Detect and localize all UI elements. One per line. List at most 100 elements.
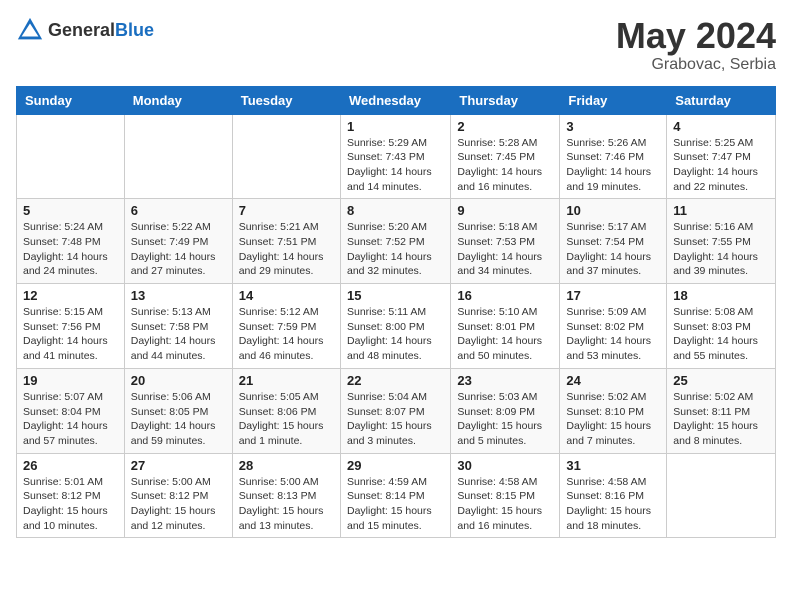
calendar-cell: 10Sunrise: 5:17 AMSunset: 7:54 PMDayligh… [560, 199, 667, 284]
day-number: 21 [239, 373, 334, 388]
day-info: Sunrise: 4:59 AMSunset: 8:14 PMDaylight:… [347, 475, 444, 534]
day-info: Sunrise: 5:26 AMSunset: 7:46 PMDaylight:… [566, 136, 660, 195]
day-info: Sunrise: 5:00 AMSunset: 8:12 PMDaylight:… [131, 475, 226, 534]
logo: GeneralBlue [16, 16, 154, 44]
calendar-cell: 29 Sunrise: 4:59 AMSunset: 8:14 PMDayligh… [340, 453, 450, 538]
calendar-day-header: Sunday [17, 86, 125, 114]
day-info: Sunrise: 5:12 AMSunset: 7:59 PMDaylight:… [239, 305, 334, 364]
calendar-cell [124, 114, 232, 199]
day-number: 27 [131, 458, 226, 473]
day-info: Sunrise: 5:06 AMSunset: 8:05 PMDaylight:… [131, 390, 226, 449]
day-number: 23 [457, 373, 553, 388]
day-number: 9 [457, 203, 553, 218]
day-number: 17 [566, 288, 660, 303]
day-info: Sunrise: 5:02 AMSunset: 8:11 PMDaylight:… [673, 390, 769, 449]
day-number: 16 [457, 288, 553, 303]
day-number: 1 [347, 119, 444, 134]
day-info: Sunrise: 5:11 AMSunset: 8:00 PMDaylight:… [347, 305, 444, 364]
day-info: Sunrise: 5:09 AMSunset: 8:02 PMDaylight:… [566, 305, 660, 364]
calendar-week-row: 12 Sunrise: 5:15 AMSunset: 7:56 PMDayligh… [17, 284, 776, 369]
day-info: Sunrise: 5:24 AMSunset: 7:48 PMDaylight:… [23, 220, 118, 279]
day-info: Sunrise: 5:03 AMSunset: 8:09 PMDaylight:… [457, 390, 553, 449]
day-info: Sunrise: 5:18 AMSunset: 7:53 PMDaylight:… [457, 220, 553, 279]
title-block: May 2024 Grabovac, Serbia [616, 16, 776, 74]
day-info: Sunrise: 5:25 AMSunset: 7:47 PMDaylight:… [673, 136, 769, 195]
day-info: Sunrise: 5:22 AMSunset: 7:49 PMDaylight:… [131, 220, 226, 279]
calendar-cell: 18Sunrise: 5:08 AMSunset: 8:03 PMDayligh… [667, 284, 776, 369]
day-number: 7 [239, 203, 334, 218]
day-number: 22 [347, 373, 444, 388]
calendar-cell: 15 Sunrise: 5:11 AMSunset: 8:00 PMDayligh… [340, 284, 450, 369]
calendar-cell: 16Sunrise: 5:10 AMSunset: 8:01 PMDayligh… [451, 284, 560, 369]
calendar-week-row: 1 Sunrise: 5:29 AMSunset: 7:43 PMDaylight… [17, 114, 776, 199]
calendar-cell: 8 Sunrise: 5:20 AMSunset: 7:52 PMDaylight… [340, 199, 450, 284]
calendar-cell: 31 Sunrise: 4:58 AMSunset: 8:16 PMDayligh… [560, 453, 667, 538]
day-info: Sunrise: 5:20 AMSunset: 7:52 PMDaylight:… [347, 220, 444, 279]
calendar-cell: 24Sunrise: 5:02 AMSunset: 8:10 PMDayligh… [560, 368, 667, 453]
day-number: 26 [23, 458, 118, 473]
day-number: 5 [23, 203, 118, 218]
day-info: Sunrise: 5:15 AMSunset: 7:56 PMDaylight:… [23, 305, 118, 364]
calendar-cell: 26 Sunrise: 5:01 AMSunset: 8:12 PMDayligh… [17, 453, 125, 538]
day-number: 3 [566, 119, 660, 134]
day-number: 18 [673, 288, 769, 303]
calendar-cell: 3 Sunrise: 5:26 AMSunset: 7:46 PMDaylight… [560, 114, 667, 199]
calendar-cell: 6 Sunrise: 5:22 AMSunset: 7:49 PMDaylight… [124, 199, 232, 284]
day-number: 2 [457, 119, 553, 134]
day-info: Sunrise: 5:16 AMSunset: 7:55 PMDaylight:… [673, 220, 769, 279]
day-number: 31 [566, 458, 660, 473]
logo-icon [16, 16, 44, 44]
calendar-cell: 7 Sunrise: 5:21 AMSunset: 7:51 PMDaylight… [232, 199, 340, 284]
day-info: Sunrise: 4:58 AMSunset: 8:16 PMDaylight:… [566, 475, 660, 534]
day-info: Sunrise: 5:29 AMSunset: 7:43 PMDaylight:… [347, 136, 444, 195]
location-title: Grabovac, Serbia [616, 56, 776, 74]
day-info: Sunrise: 5:00 AMSunset: 8:13 PMDaylight:… [239, 475, 334, 534]
calendar-cell: 17 Sunrise: 5:09 AMSunset: 8:02 PMDayligh… [560, 284, 667, 369]
day-number: 14 [239, 288, 334, 303]
calendar-cell: 11 Sunrise: 5:16 AMSunset: 7:55 PMDayligh… [667, 199, 776, 284]
day-info: Sunrise: 5:07 AMSunset: 8:04 PMDaylight:… [23, 390, 118, 449]
day-info: Sunrise: 5:28 AMSunset: 7:45 PMDaylight:… [457, 136, 553, 195]
day-number: 4 [673, 119, 769, 134]
logo-blue-text: Blue [115, 20, 154, 40]
calendar-day-header: Friday [560, 86, 667, 114]
day-number: 25 [673, 373, 769, 388]
calendar-day-header: Wednesday [340, 86, 450, 114]
day-number: 6 [131, 203, 226, 218]
calendar-cell: 9 Sunrise: 5:18 AMSunset: 7:53 PMDaylight… [451, 199, 560, 284]
calendar-cell: 25 Sunrise: 5:02 AMSunset: 8:11 PMDayligh… [667, 368, 776, 453]
calendar-header-row: SundayMondayTuesdayWednesdayThursdayFrid… [17, 86, 776, 114]
day-number: 11 [673, 203, 769, 218]
page-header: GeneralBlue May 2024 Grabovac, Serbia [16, 16, 776, 74]
calendar-cell: 19Sunrise: 5:07 AMSunset: 8:04 PMDayligh… [17, 368, 125, 453]
calendar-cell [667, 453, 776, 538]
calendar-cell: 28Sunrise: 5:00 AMSunset: 8:13 PMDayligh… [232, 453, 340, 538]
month-title: May 2024 [616, 16, 776, 56]
calendar-day-header: Tuesday [232, 86, 340, 114]
calendar-day-header: Saturday [667, 86, 776, 114]
calendar-cell: 1 Sunrise: 5:29 AMSunset: 7:43 PMDaylight… [340, 114, 450, 199]
day-number: 20 [131, 373, 226, 388]
day-info: Sunrise: 5:21 AMSunset: 7:51 PMDaylight:… [239, 220, 334, 279]
calendar-cell: 21 Sunrise: 5:05 AMSunset: 8:06 PMDayligh… [232, 368, 340, 453]
day-number: 12 [23, 288, 118, 303]
day-number: 13 [131, 288, 226, 303]
day-number: 29 [347, 458, 444, 473]
day-info: Sunrise: 5:05 AMSunset: 8:06 PMDaylight:… [239, 390, 334, 449]
day-number: 15 [347, 288, 444, 303]
day-number: 8 [347, 203, 444, 218]
calendar-cell: 20 Sunrise: 5:06 AMSunset: 8:05 PMDayligh… [124, 368, 232, 453]
calendar-cell: 30Sunrise: 4:58 AMSunset: 8:15 PMDayligh… [451, 453, 560, 538]
day-number: 30 [457, 458, 553, 473]
calendar-cell: 22 Sunrise: 5:04 AMSunset: 8:07 PMDayligh… [340, 368, 450, 453]
day-info: Sunrise: 5:04 AMSunset: 8:07 PMDaylight:… [347, 390, 444, 449]
calendar-table: SundayMondayTuesdayWednesdayThursdayFrid… [16, 86, 776, 539]
calendar-week-row: 5 Sunrise: 5:24 AMSunset: 7:48 PMDaylight… [17, 199, 776, 284]
calendar-cell [17, 114, 125, 199]
calendar-week-row: 26 Sunrise: 5:01 AMSunset: 8:12 PMDayligh… [17, 453, 776, 538]
day-info: Sunrise: 5:13 AMSunset: 7:58 PMDaylight:… [131, 305, 226, 364]
logo-general-text: General [48, 20, 115, 40]
calendar-day-header: Monday [124, 86, 232, 114]
day-number: 10 [566, 203, 660, 218]
day-info: Sunrise: 5:01 AMSunset: 8:12 PMDaylight:… [23, 475, 118, 534]
